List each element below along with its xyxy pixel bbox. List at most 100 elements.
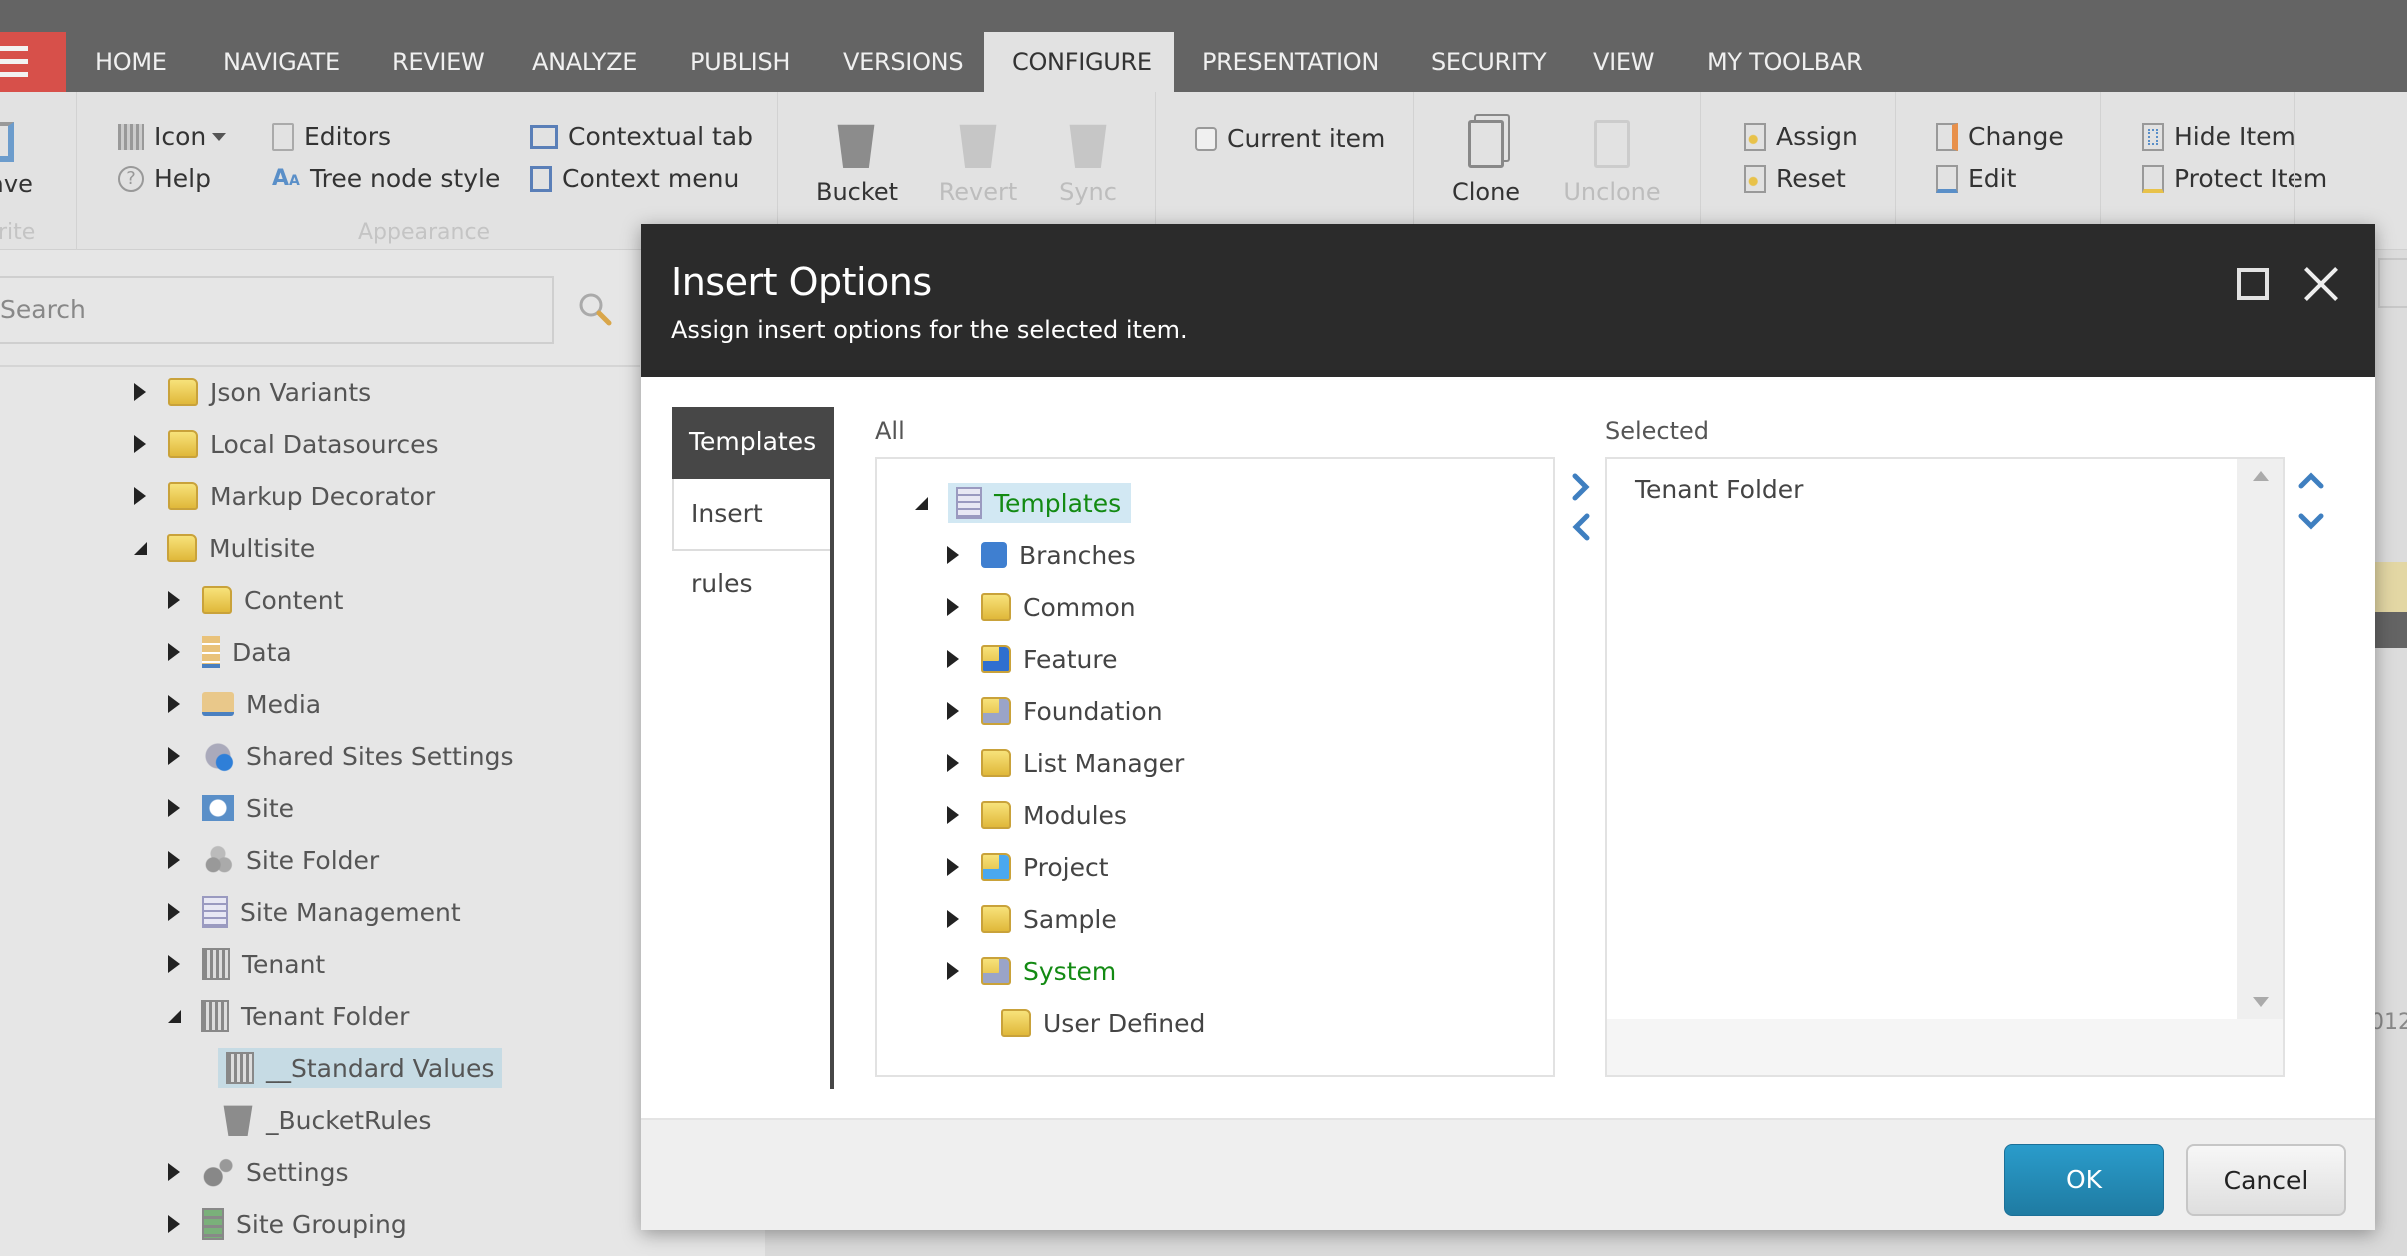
tree-item[interactable]: Local Datasources bbox=[134, 422, 438, 466]
tab-analyze[interactable]: ANALYZE bbox=[504, 32, 665, 92]
save-button[interactable]: ave bbox=[0, 122, 36, 198]
tree-item[interactable]: Markup Decorator bbox=[134, 474, 435, 518]
edit-template-button[interactable]: Edit bbox=[1936, 164, 2016, 193]
expand-arrow-icon[interactable] bbox=[168, 1215, 180, 1233]
search-icon[interactable] bbox=[578, 292, 612, 326]
template-tree-item[interactable]: Feature bbox=[947, 637, 1117, 681]
tree-item[interactable]: Json Variants bbox=[134, 370, 371, 414]
tree-item[interactable]: _BucketRules bbox=[168, 1098, 431, 1142]
sync-button[interactable]: Sync bbox=[1048, 120, 1128, 206]
tree-item[interactable]: __Standard Values bbox=[218, 1046, 503, 1090]
current-item-checkbox[interactable]: Current item bbox=[1195, 124, 1385, 153]
editors-button[interactable]: Editors bbox=[272, 122, 391, 151]
expand-arrow-icon[interactable] bbox=[947, 546, 959, 564]
tab-view[interactable]: VIEW bbox=[1565, 32, 1682, 92]
tab-publish[interactable]: PUBLISH bbox=[662, 32, 818, 92]
expand-arrow-icon[interactable] bbox=[947, 858, 959, 876]
expand-arrow-icon[interactable] bbox=[168, 747, 180, 765]
tree-item[interactable]: Multisite bbox=[134, 526, 315, 570]
template-tree-item[interactable]: Common bbox=[947, 585, 1136, 629]
expand-arrow-icon[interactable] bbox=[947, 598, 959, 616]
expand-arrow-icon[interactable] bbox=[168, 591, 180, 609]
tree-item[interactable]: Data bbox=[168, 630, 292, 674]
move-up-button[interactable] bbox=[2296, 468, 2326, 498]
tree-item[interactable]: Content bbox=[168, 578, 343, 622]
menu-button[interactable] bbox=[0, 32, 66, 92]
tab-configure[interactable]: CONFIGURE bbox=[984, 32, 1174, 92]
clone-button[interactable]: Clone bbox=[1446, 120, 1526, 206]
all-templates-tree[interactable]: Templates Branches Common Feature Foundation… bbox=[875, 457, 1555, 1077]
selected-list-scrollbar[interactable] bbox=[2237, 459, 2283, 1019]
expand-arrow-icon[interactable] bbox=[168, 695, 180, 713]
icon-dropdown-button[interactable]: Icon bbox=[118, 122, 227, 151]
template-tree-item[interactable]: Foundation bbox=[947, 689, 1163, 733]
change-template-button[interactable]: Change bbox=[1936, 122, 2064, 151]
ok-button[interactable]: OK bbox=[2004, 1144, 2164, 1216]
close-icon[interactable] bbox=[2301, 264, 2341, 304]
expand-arrow-icon[interactable] bbox=[168, 903, 180, 921]
search-input[interactable]: Search bbox=[0, 276, 554, 344]
template-tree-item[interactable]: System bbox=[947, 949, 1116, 993]
expand-arrow-icon[interactable] bbox=[947, 650, 959, 668]
tree-item[interactable]: Tenant Folder bbox=[168, 994, 409, 1038]
expand-arrow-icon[interactable] bbox=[947, 806, 959, 824]
template-tree-item[interactable]: Sample bbox=[947, 897, 1117, 941]
hide-item-button[interactable]: Hide Item bbox=[2142, 122, 2296, 151]
protect-item-button[interactable]: Protect Item bbox=[2142, 164, 2327, 193]
expand-arrow-icon[interactable] bbox=[947, 702, 959, 720]
expand-arrow-icon[interactable] bbox=[168, 799, 180, 817]
tree-item[interactable]: Site Grouping bbox=[168, 1202, 407, 1246]
add-to-selected-button[interactable] bbox=[1570, 472, 1592, 502]
expand-arrow-icon[interactable] bbox=[134, 383, 146, 401]
unclone-button[interactable]: Unclone bbox=[1562, 120, 1662, 206]
expand-arrow-icon[interactable] bbox=[134, 487, 146, 505]
collapse-arrow-icon[interactable] bbox=[168, 1009, 181, 1023]
scroll-up-icon[interactable] bbox=[2253, 471, 2269, 481]
scroll-down-icon[interactable] bbox=[2253, 997, 2269, 1007]
tree-item[interactable]: Media bbox=[168, 682, 321, 726]
selected-item[interactable]: Tenant Folder bbox=[1635, 475, 1803, 504]
expand-arrow-icon[interactable] bbox=[168, 643, 180, 661]
assign-button[interactable]: Assign bbox=[1744, 122, 1858, 151]
bucket-button[interactable]: Bucket bbox=[816, 120, 898, 206]
contextual-tab-button[interactable]: Contextual tab bbox=[530, 122, 753, 151]
selected-list[interactable]: Tenant Folder bbox=[1607, 459, 2237, 1019]
collapse-arrow-icon[interactable] bbox=[915, 496, 928, 510]
move-down-button[interactable] bbox=[2296, 508, 2326, 538]
cancel-button[interactable]: Cancel bbox=[2186, 1144, 2346, 1216]
expand-arrow-icon[interactable] bbox=[168, 955, 180, 973]
revert-button[interactable]: Revert bbox=[938, 120, 1018, 206]
tab-security[interactable]: SECURITY bbox=[1403, 32, 1574, 92]
tree-item[interactable]: Site Management bbox=[168, 890, 461, 934]
expand-arrow-icon[interactable] bbox=[947, 754, 959, 772]
expand-arrow-icon[interactable] bbox=[947, 910, 959, 928]
tree-item[interactable]: Settings bbox=[168, 1150, 349, 1194]
collapse-arrow-icon[interactable] bbox=[134, 541, 147, 555]
template-tree-item[interactable]: Modules bbox=[947, 793, 1127, 837]
tree-item[interactable]: Tenant bbox=[168, 942, 325, 986]
tab-review[interactable]: REVIEW bbox=[364, 32, 512, 92]
tab-navigate[interactable]: NAVIGATE bbox=[195, 32, 368, 92]
tab-templates[interactable]: Templates bbox=[672, 407, 832, 479]
tab-my-toolbar[interactable]: MY TOOLBAR bbox=[1679, 32, 1890, 92]
maximize-icon[interactable] bbox=[2237, 268, 2269, 300]
tree-item[interactable]: Site Folder bbox=[168, 838, 379, 882]
tree-node-style-button[interactable]: AA Tree node style bbox=[272, 164, 500, 193]
expand-arrow-icon[interactable] bbox=[168, 851, 180, 869]
template-tree-item[interactable]: List Manager bbox=[947, 741, 1184, 785]
template-tree-item[interactable]: Project bbox=[947, 845, 1109, 889]
tree-item[interactable]: Site bbox=[168, 786, 294, 830]
expand-arrow-icon[interactable] bbox=[947, 962, 959, 980]
tab-home[interactable]: HOME bbox=[67, 32, 195, 92]
tab-presentation[interactable]: PRESENTATION bbox=[1174, 32, 1407, 92]
template-tree-item[interactable]: User Defined bbox=[947, 1001, 1205, 1045]
context-menu-button[interactable]: Context menu bbox=[530, 164, 739, 193]
template-tree-item[interactable]: Branches bbox=[947, 533, 1136, 577]
expand-arrow-icon[interactable] bbox=[168, 1163, 180, 1181]
tree-item[interactable]: Shared Sites Settings bbox=[168, 734, 513, 778]
tab-versions[interactable]: VERSIONS bbox=[815, 32, 991, 92]
tab-insert-rules[interactable]: Insert rules bbox=[672, 479, 832, 598]
help-button[interactable]: ? Help bbox=[118, 164, 211, 193]
template-tree-item[interactable]: Templates bbox=[915, 481, 1132, 525]
expand-arrow-icon[interactable] bbox=[134, 435, 146, 453]
